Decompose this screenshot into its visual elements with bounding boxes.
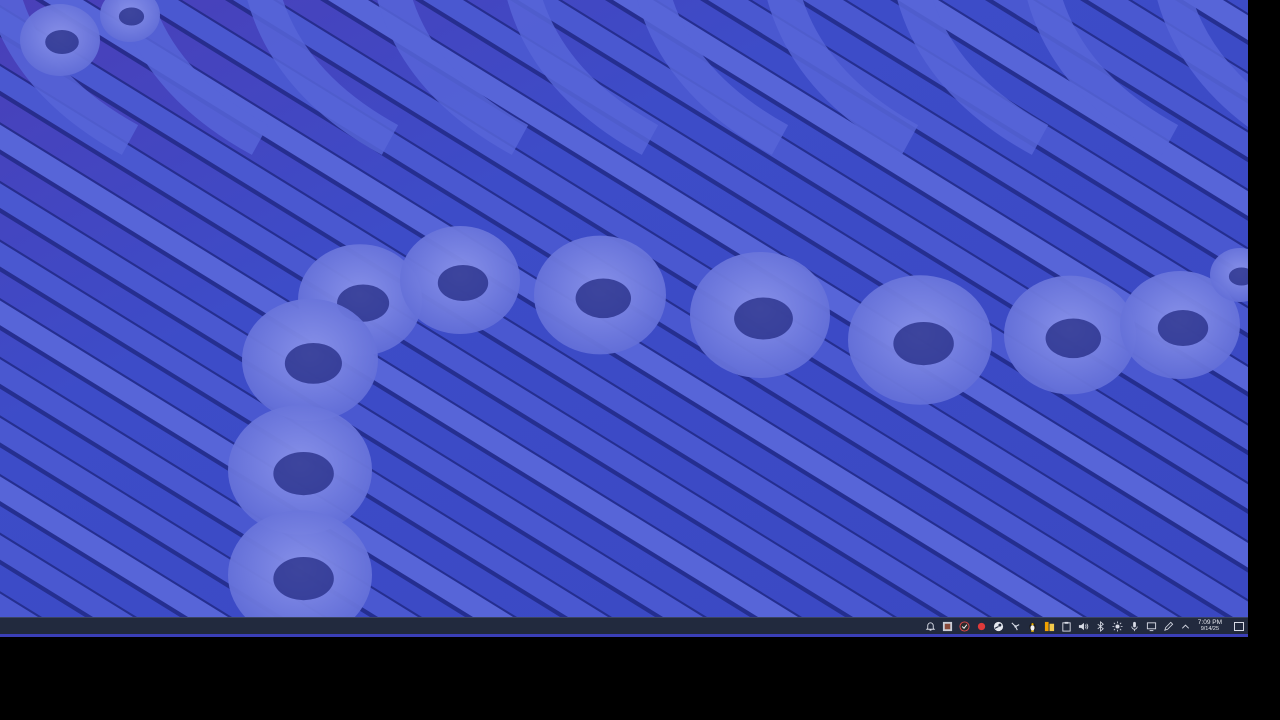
pen-icon[interactable] [1162, 620, 1175, 633]
ribbon-loop-hole [575, 278, 632, 319]
app-icon[interactable] [941, 620, 954, 633]
record-icon[interactable] [975, 620, 988, 633]
ribbon-loop-hole [273, 452, 334, 496]
clipboard-icon[interactable] [1060, 620, 1073, 633]
files-icon[interactable] [1043, 620, 1056, 633]
taskbar: 7:09 PM 9/14/25 [0, 617, 1248, 634]
ribbons-artwork [0, 0, 1248, 617]
desktop-wallpaper [0, 0, 1248, 617]
taskbar-edge [0, 634, 1248, 637]
security-icon[interactable] [958, 620, 971, 633]
brightness-icon[interactable] [1111, 620, 1124, 633]
ribbon-loop-hole [893, 322, 954, 366]
ribbon-loop-hole [273, 557, 334, 601]
ribbon-loop-hole [734, 297, 793, 340]
taskbar-clock[interactable]: 7:09 PM 9/14/25 [1198, 619, 1222, 633]
ribbon-loop-hole [118, 7, 145, 26]
microphone-icon[interactable] [1128, 620, 1141, 633]
volume-icon[interactable] [1077, 620, 1090, 633]
chevron-up-icon[interactable] [1179, 620, 1192, 633]
steam-icon[interactable] [992, 620, 1005, 633]
desktop: 7:09 PM 9/14/25 [0, 0, 1248, 637]
ribbon-loop-hole [1157, 310, 1209, 346]
ribbon-loop-hole [45, 30, 79, 54]
network-tool-icon[interactable] [1009, 620, 1022, 633]
penguin-icon[interactable] [1026, 620, 1039, 633]
clock-date: 9/14/25 [1200, 626, 1220, 632]
notification-bell-icon[interactable] [924, 620, 937, 633]
display-icon[interactable] [1145, 620, 1158, 633]
bluetooth-icon[interactable] [1094, 620, 1107, 633]
show-desktop-button[interactable] [1234, 621, 1244, 631]
ribbon-loop-hole [1045, 318, 1102, 359]
system-tray: 7:09 PM 9/14/25 [924, 618, 1244, 634]
ribbon-loop-hole [284, 343, 342, 384]
ribbon-loop-hole [437, 265, 489, 301]
